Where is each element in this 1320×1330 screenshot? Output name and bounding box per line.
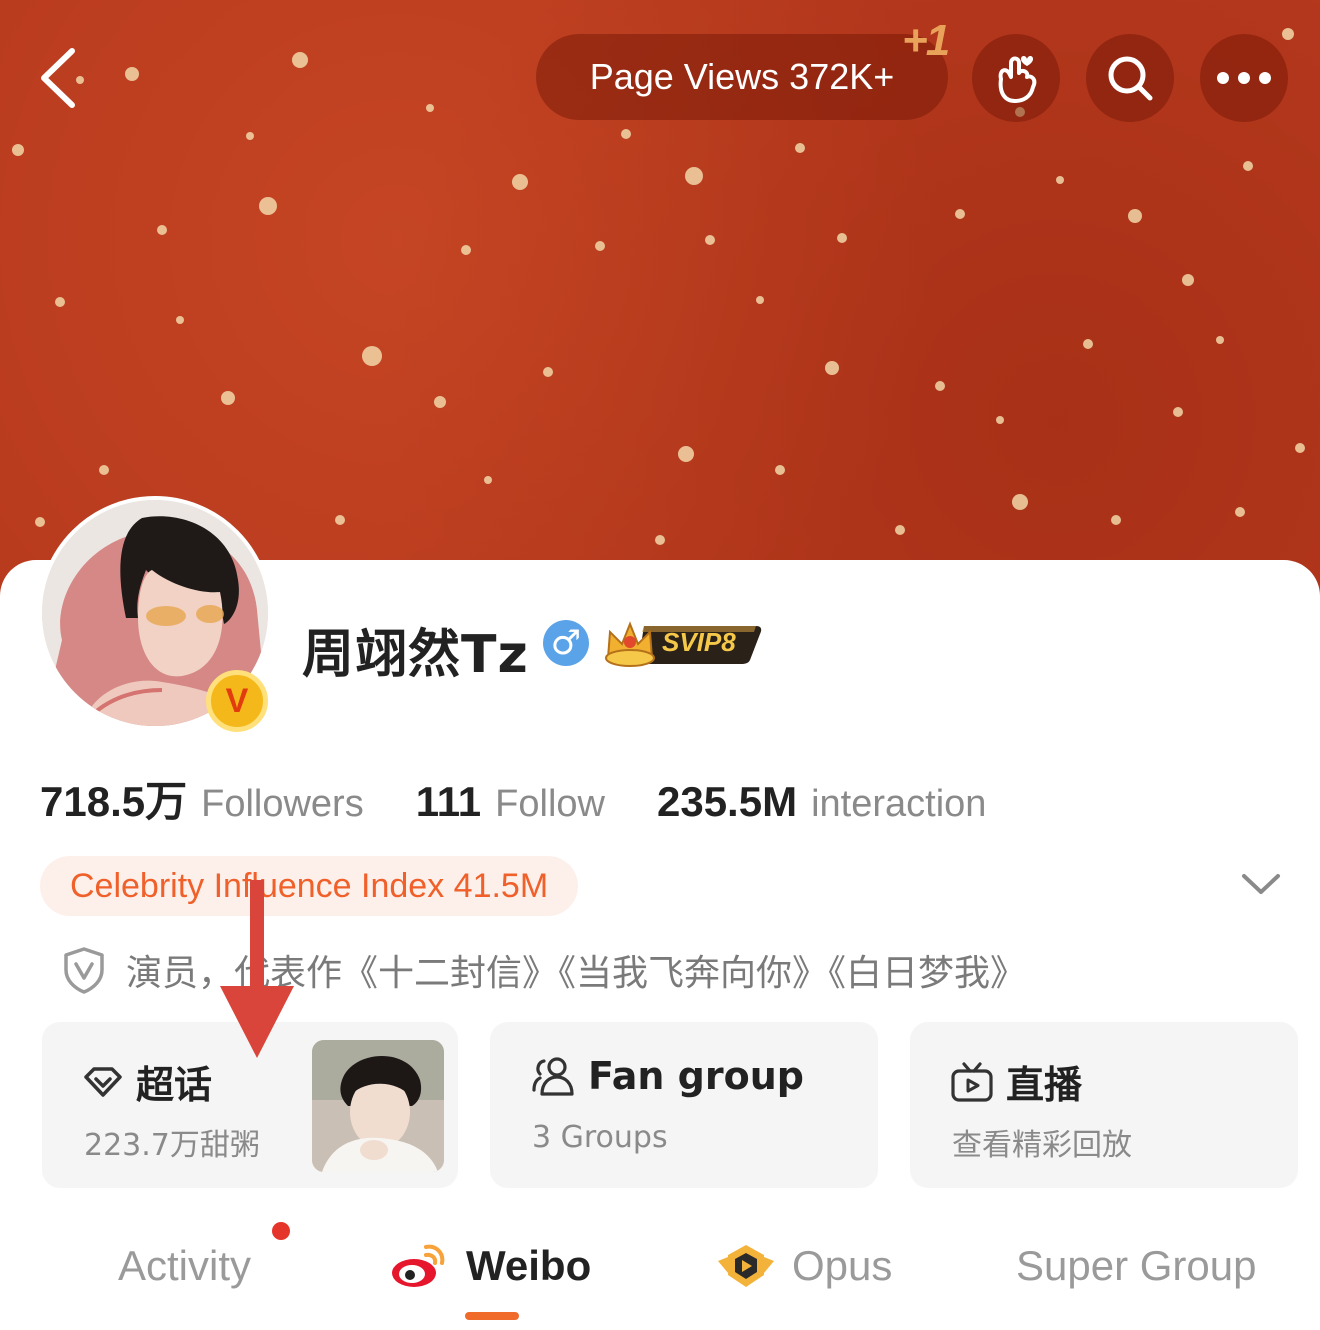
top-navigation-bar: Page Views 372K+ +1 [0,0,1320,150]
opus-icon [718,1245,774,1287]
more-options-button[interactable] [1200,34,1288,122]
tab-opus-label: Opus [792,1242,893,1289]
live-subtitle: 查看精彩回放 [952,1128,1132,1163]
active-tab-indicator [465,1312,519,1320]
bio-text: 演员，代表作《十二封信》《当我飞奔向你》《白日梦我》 [126,953,1027,994]
username: 周翊然Tz [302,625,529,685]
follow-count: 111 [415,778,482,825]
fan-group-card[interactable]: Fan group 3 Groups [490,1022,878,1188]
interaction-label: interaction [811,783,987,825]
tv-icon [951,1061,993,1102]
like-hand-button[interactable] [972,34,1060,122]
search-icon [1108,56,1153,101]
chevron-down-icon [1242,874,1280,894]
more-dots-icon [1217,72,1271,84]
chevron-left-icon [41,48,75,108]
follow-label: Follow [495,783,605,825]
weibo-logo-icon [392,1244,445,1287]
tab-super-group-label: Super Group [1016,1242,1257,1289]
tab-opus[interactable]: Opus [716,1236,892,1296]
male-icon: ♂ [550,623,582,663]
shield-icon [64,947,104,994]
stats-row: 718.5万 Followers 111 Follow 235.5M inter… [40,768,1038,826]
super-topic-subtitle: 223.7万甜粥 [84,1128,260,1163]
followers-count: 718.5万 [40,778,188,825]
tab-weibo[interactable]: Weibo [390,1236,591,1296]
tab-super-group[interactable]: Super Group [1016,1236,1256,1296]
follow-stat[interactable]: 111 Follow [416,778,605,826]
fan-group-title: Fan group [588,1054,804,1098]
fan-group-subtitle: 3 Groups [532,1120,668,1155]
interaction-stat[interactable]: 235.5M interaction [657,778,986,826]
verified-badge: V [206,670,268,732]
super-topic-card[interactable]: 超话 223.7万甜粥 [42,1022,458,1188]
interaction-count: 235.5M [656,778,798,825]
tab-weibo-label: Weibo [466,1242,592,1289]
followers-label: Followers [201,783,364,825]
live-title: 直播 [1006,1063,1083,1107]
plus-one-badge: +1 [902,16,950,65]
back-button[interactable] [28,40,88,116]
live-card[interactable]: 直播 查看精彩回放 [910,1022,1298,1188]
gender-badge: ♂ [543,620,589,666]
finger-heart-icon [998,56,1037,103]
diamond-icon [84,1066,122,1097]
tab-activity-label: Activity [118,1242,252,1289]
expand-profile-button[interactable] [1236,864,1286,904]
super-topic-title: 超话 [136,1063,213,1107]
super-topic-thumbnail [312,1040,444,1172]
svip-label: SVIP8 [662,627,736,657]
page-views-label: Page Views 372K+ [589,56,895,97]
activity-notification-dot [272,1222,290,1240]
svip-badge[interactable]: SVIP8 [604,618,764,668]
bio-row: 演员，代表作《十二封信》《当我飞奔向你》《白日梦我》 [62,940,1026,1000]
search-button[interactable] [1086,34,1174,122]
page-views-pill[interactable]: Page Views 372K+ [536,34,948,120]
influence-index-pill[interactable]: Celebrity Influence Index 41.5M [40,856,579,916]
profile-tabs: Activity Weibo Opus Super Group [0,1226,1320,1330]
followers-stat[interactable]: 718.5万 Followers [40,768,364,829]
group-icon [532,1057,574,1096]
tab-activity[interactable]: Activity [118,1236,251,1296]
thumbnail-photo [312,1040,444,1172]
